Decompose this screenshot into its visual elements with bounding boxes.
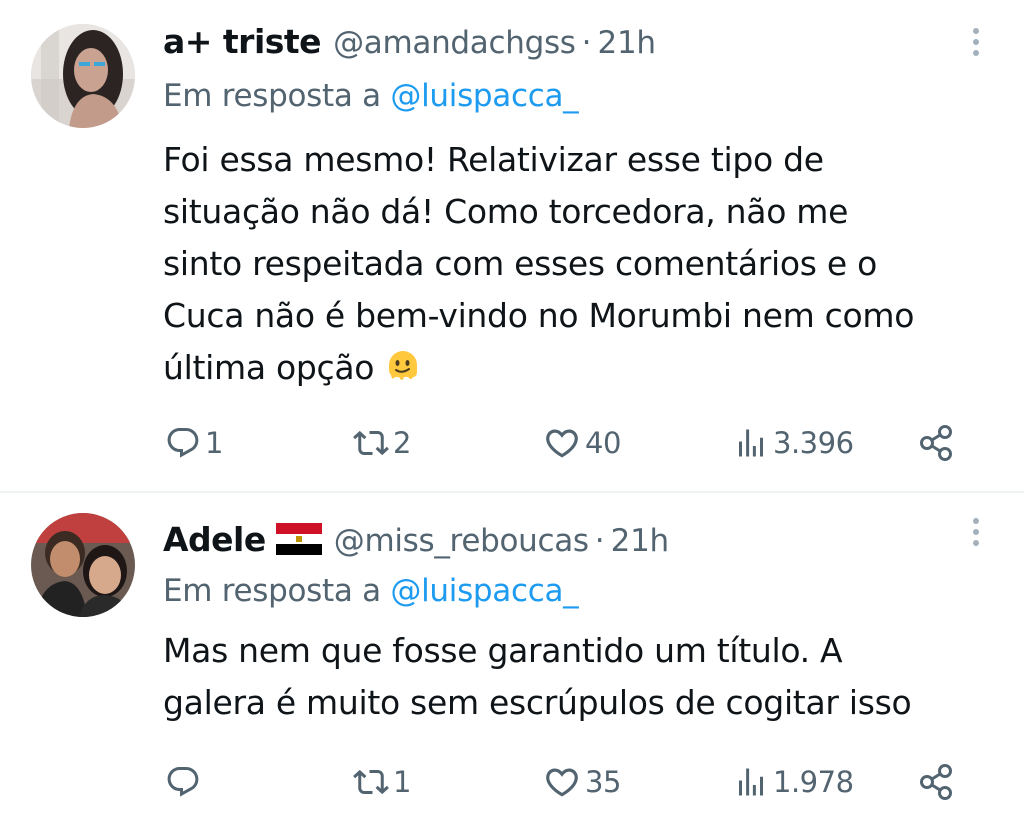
tweet-actions: 1 2 40 3.396: [0, 418, 1024, 468]
views-count: 1.978: [773, 765, 854, 799]
reply-icon: [167, 767, 199, 797]
heart-icon: [546, 429, 578, 458]
views-count: 3.396: [773, 426, 854, 460]
analytics-icon: [739, 429, 763, 457]
share-button[interactable]: [916, 418, 958, 468]
timestamp[interactable]: 21h: [611, 523, 670, 559]
tweet-header: a+ triste @amandachgss · 21h: [163, 22, 656, 61]
share-icon: [920, 425, 952, 461]
reply-count: 1: [205, 426, 223, 460]
tweet-actions: 1 35 1.978: [0, 757, 1024, 807]
like-button[interactable]: 40: [543, 418, 621, 468]
tweet[interactable]: Adele @miss_reboucas · 21h Em resposta a…: [0, 493, 1024, 825]
reply-to-link[interactable]: @luispacca_: [390, 573, 578, 609]
like-count: 40: [585, 426, 621, 460]
more-options-icon[interactable]: [972, 518, 980, 548]
user-handle[interactable]: @miss_reboucas: [334, 523, 589, 559]
reply-context: Em resposta a @luispacca_: [163, 573, 579, 609]
share-button[interactable]: [916, 757, 958, 807]
retweet-count: 2: [393, 426, 411, 460]
avatar[interactable]: [31, 513, 135, 617]
tweet[interactable]: a+ triste @amandachgss · 21h Em resposta…: [0, 0, 1024, 492]
reply-prefix: Em resposta a: [163, 78, 381, 114]
egypt-flag-icon: [275, 523, 322, 555]
reply-to-link[interactable]: @luispacca_: [390, 78, 578, 114]
tweet-text: Mas nem que fosse garantido um título. A…: [163, 625, 1003, 729]
avatar[interactable]: [31, 24, 135, 128]
share-icon: [920, 764, 952, 800]
retweet-count: 1: [393, 765, 411, 799]
retweet-icon: [353, 769, 389, 795]
reply-icon: [167, 428, 199, 458]
tweet-text-content: Mas nem que fosse garantido um título. A…: [163, 631, 912, 722]
user-handle[interactable]: @amandachgss: [333, 25, 576, 61]
reply-prefix: Em resposta a: [163, 573, 381, 609]
more-options-icon[interactable]: [972, 28, 980, 58]
retweet-button[interactable]: 2: [353, 418, 411, 468]
views-button[interactable]: 1.978: [733, 757, 854, 807]
display-name[interactable]: a+ triste: [163, 22, 322, 61]
heart-icon: [546, 768, 578, 797]
tweet-header: Adele @miss_reboucas · 21h: [163, 519, 669, 559]
reply-button[interactable]: 1: [165, 418, 223, 468]
timestamp[interactable]: 21h: [598, 25, 657, 61]
analytics-icon: [739, 768, 763, 796]
reply-context: Em resposta a @luispacca_: [163, 78, 579, 114]
tweet-text-content: Foi essa mesmo! Relativizar esse tipo de…: [163, 140, 915, 387]
tweet-text: Foi essa mesmo! Relativizar esse tipo de…: [163, 134, 1003, 394]
retweet-icon: [353, 430, 389, 456]
separator: ·: [594, 523, 605, 559]
separator: ·: [581, 25, 592, 61]
like-button[interactable]: 35: [543, 757, 621, 807]
like-count: 35: [585, 765, 621, 799]
retweet-button[interactable]: 1: [353, 757, 411, 807]
melting-face-icon: [389, 351, 418, 380]
display-name[interactable]: Adele: [163, 520, 266, 559]
views-button[interactable]: 3.396: [733, 418, 854, 468]
reply-button[interactable]: [165, 757, 205, 807]
